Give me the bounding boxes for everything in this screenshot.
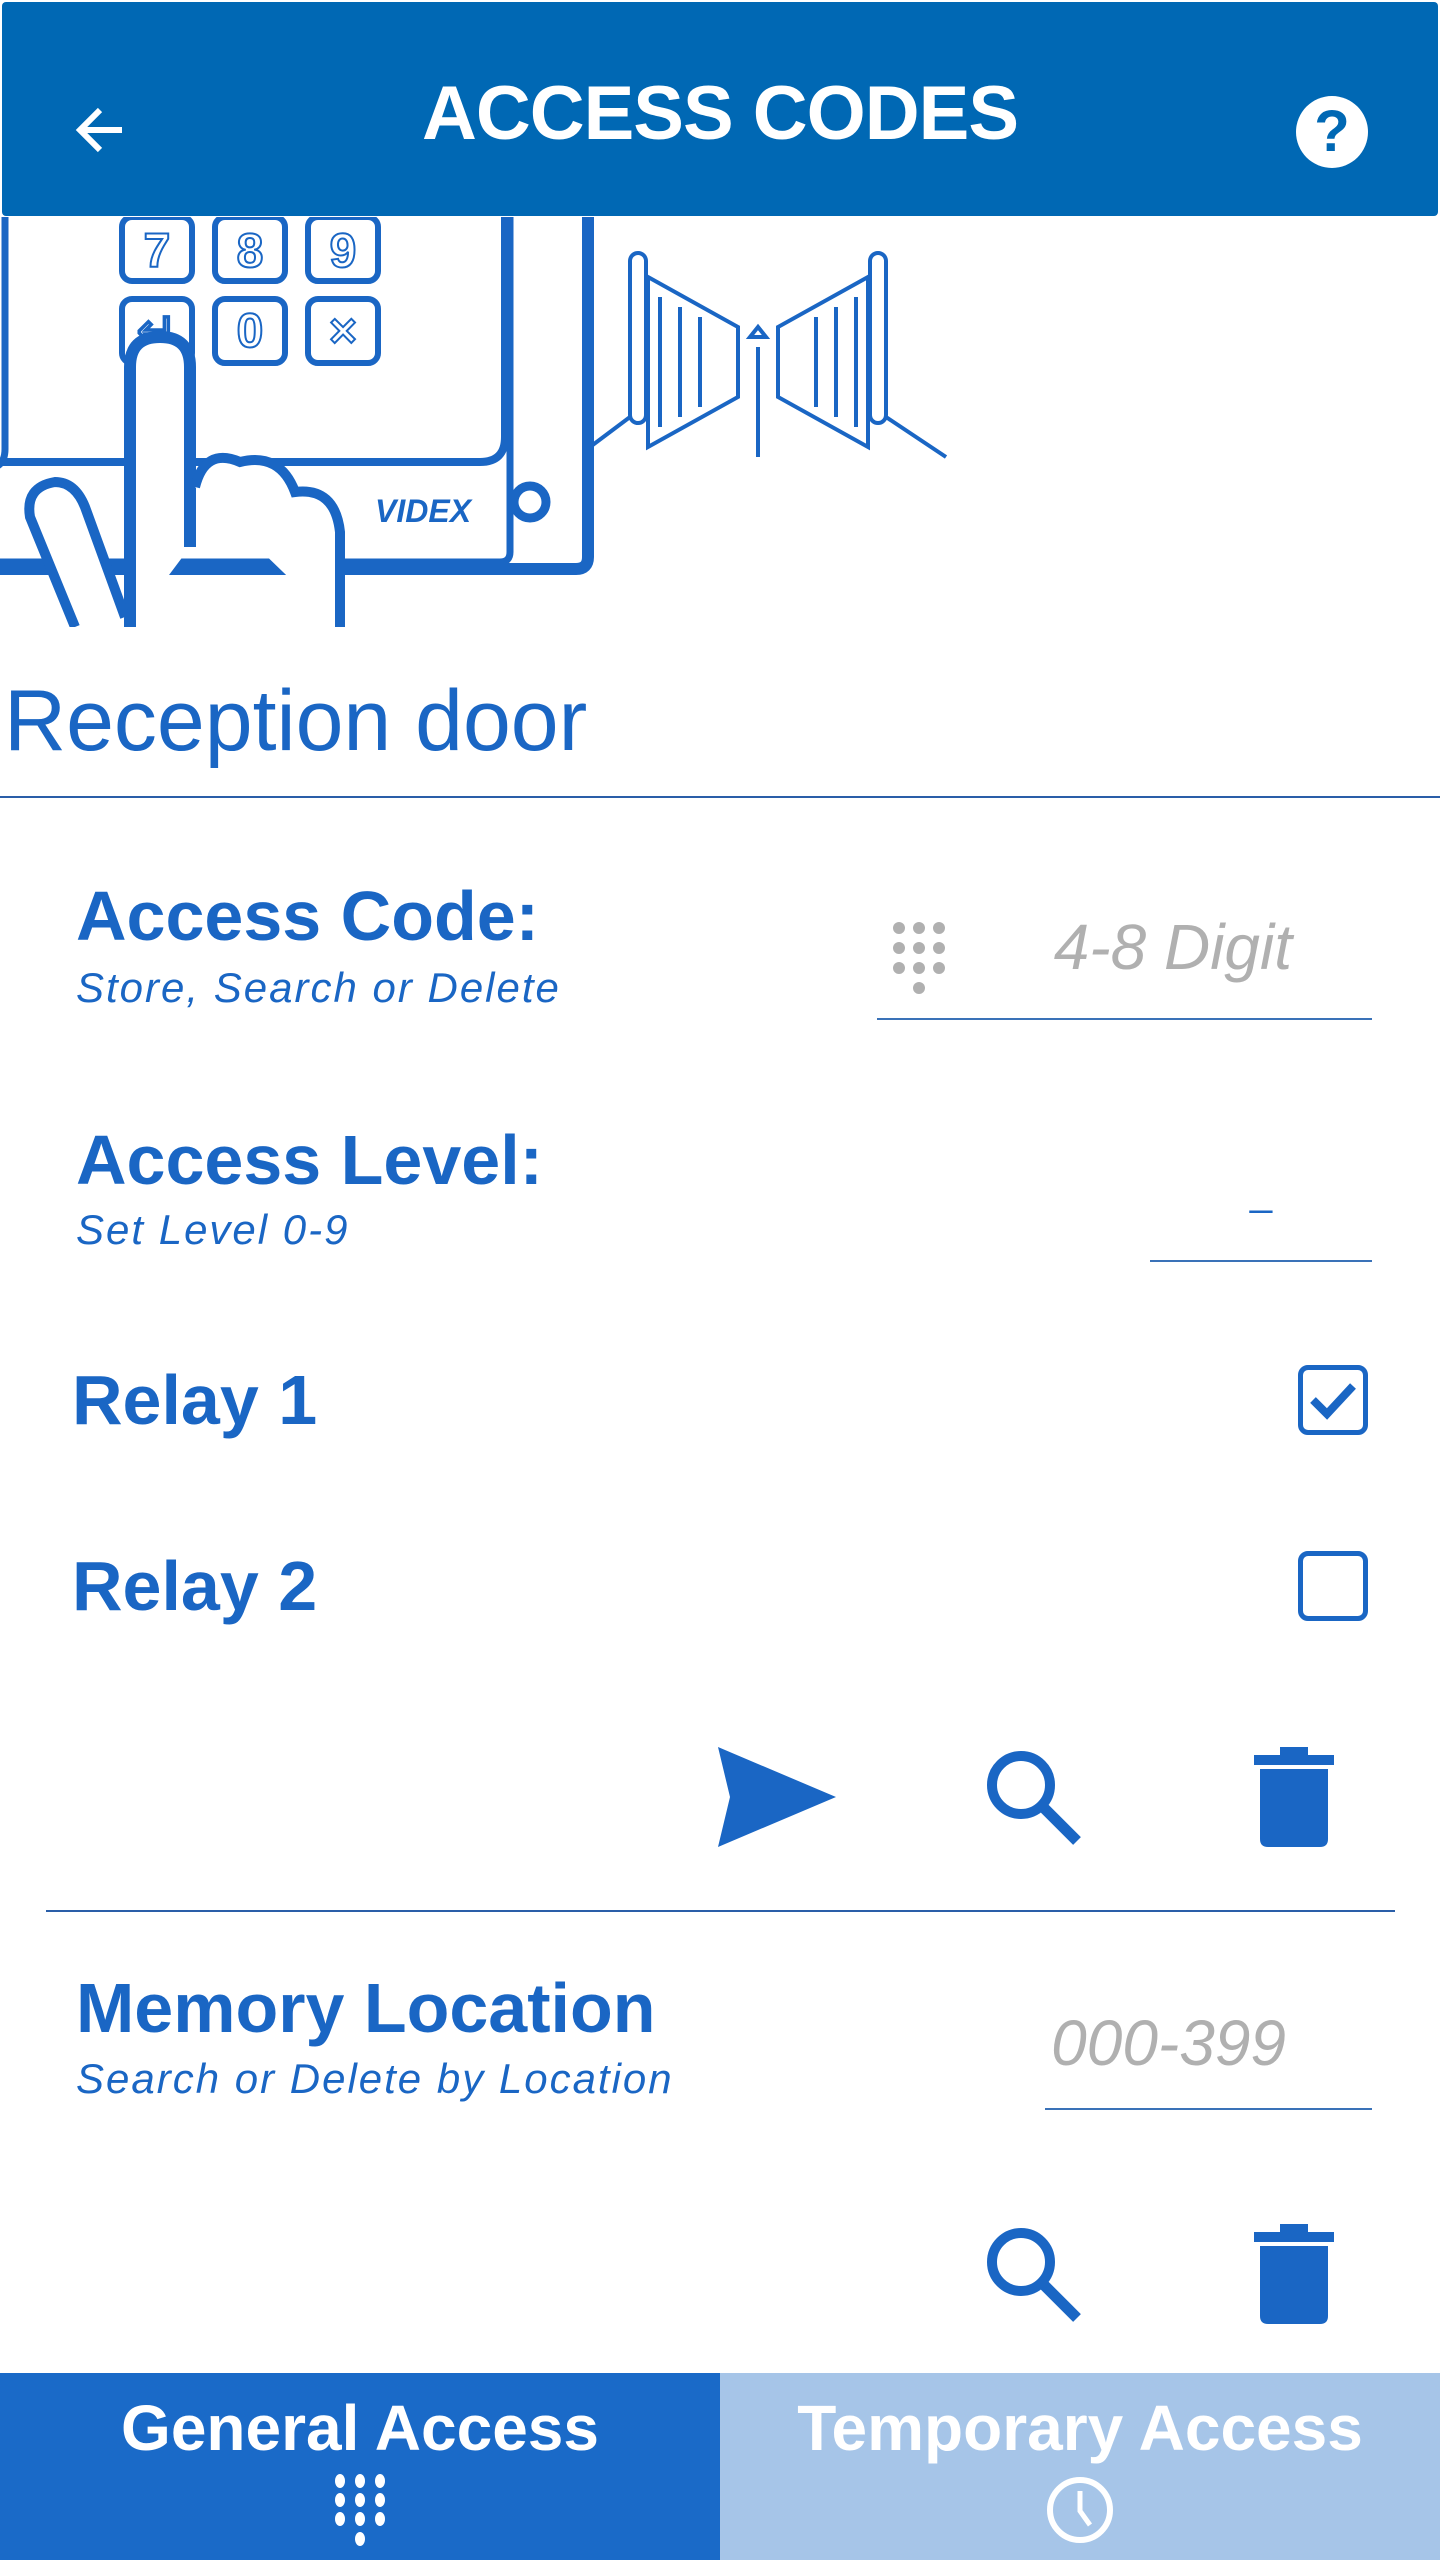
access-code-label: Access Code: [76,877,539,955]
keypad-icon [893,922,945,994]
key-0: 0 [237,305,264,358]
access-level-input[interactable]: _ [1150,1150,1372,1262]
send-icon[interactable] [718,1747,836,1847]
access-code-subtitle: Store, Search or Delete [76,964,561,1011]
help-circle-icon[interactable]: ? [1296,96,1368,168]
tab-temporary-access[interactable]: Temporary Access [720,2373,1440,2560]
memory-location-input[interactable]: 000-399 [1045,1990,1372,2110]
clock-icon [1047,2477,1113,2543]
tab-label: Temporary Access [797,2392,1363,2464]
access-level-label: Access Level: [76,1121,543,1199]
keypad-icon [335,2474,385,2546]
checkmark-icon [1310,1383,1356,1420]
brand-logo: VIDEX [375,493,473,529]
page-title: ACCESS CODES [421,71,1019,156]
key-9: 9 [330,225,357,278]
section-divider [46,1910,1395,1912]
key-cancel: × [329,305,357,358]
memory-location-subtitle: Search or Delete by Location [76,2055,674,2102]
search-icon[interactable] [983,1747,1083,1847]
access-code-placeholder: 4-8 Digit [1053,911,1292,983]
access-code-input[interactable]: 4-8 Digit [877,900,1372,1020]
relay-2-label: Relay 2 [72,1547,318,1625]
relay-1-label: Relay 1 [72,1361,318,1439]
memory-location-label: Memory Location [76,1969,656,2047]
key-7: 7 [144,225,171,278]
tab-general-access[interactable]: General Access [0,2373,720,2560]
relay-1-checkbox[interactable] [1298,1365,1368,1435]
divider [0,796,1440,798]
relay-2-checkbox[interactable] [1298,1551,1368,1621]
tab-label: General Access [121,2392,599,2464]
access-level-subtitle: Set Level 0-9 [76,1206,350,1253]
search-icon[interactable] [983,2224,1083,2324]
key-8: 8 [237,225,264,278]
trash-icon[interactable] [1254,1747,1334,1847]
door-name: Reception door [4,673,588,769]
keypad-illustration: 7 8 9 ↵ 0 × VIDEX [0,217,948,627]
trash-icon[interactable] [1254,2224,1334,2324]
